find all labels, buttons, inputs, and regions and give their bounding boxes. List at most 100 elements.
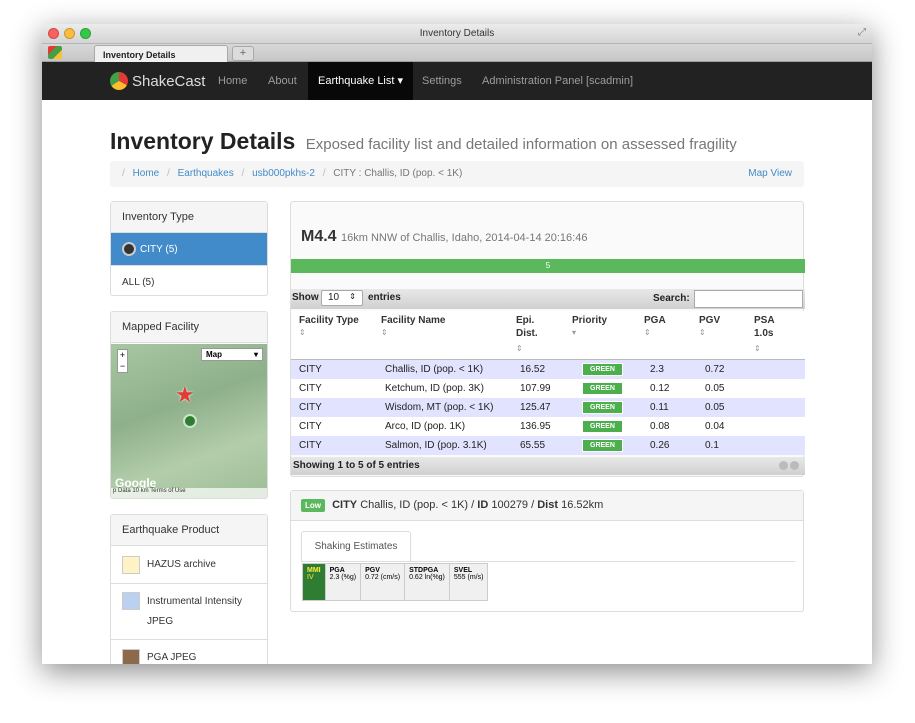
nav-earthquake-list[interactable]: Earthquake List ▾ [308, 62, 414, 100]
product-hazus-archive[interactable]: HAZUS archive [111, 546, 267, 584]
image-icon [122, 648, 140, 664]
facility-detail-heading: Low CITY Challis, ID (pop. < 1K) / ID 10… [291, 491, 803, 521]
browser-tab[interactable]: Inventory Details [94, 45, 228, 62]
col-facility-name[interactable]: Facility Name ⇕ [373, 311, 508, 360]
sort-icon: ⇕ [516, 344, 523, 353]
damage-level-badge: Low [301, 499, 325, 512]
breadcrumb-earthquakes[interactable]: Earthquakes [178, 168, 234, 179]
nav-home[interactable]: Home [208, 62, 257, 100]
tab-shaking-estimates[interactable]: Shaking Estimates [301, 531, 411, 561]
table-row[interactable]: CITY Challis, ID (pop. < 1K) 16.52 GREEN… [291, 359, 805, 379]
shake-value: 0.62 ln(%g) [409, 574, 445, 581]
cell-priority: GREEN [564, 416, 636, 436]
city-marker-icon [122, 242, 136, 256]
epicenter-star-icon[interactable]: ★ [175, 382, 195, 408]
priority-badge: GREEN [582, 438, 623, 452]
nav-admin-panel[interactable]: Administration Panel [scadmin] [472, 62, 643, 100]
page-title-text: Inventory Details [110, 128, 296, 154]
table-row[interactable]: CITY Ketchum, ID (pop. 3K) 107.99 GREEN … [291, 378, 805, 398]
table-row[interactable]: CITY Arco, ID (pop. 1K) 136.95 GREEN 0.0… [291, 416, 805, 436]
product-label: HAZUS archive [147, 558, 216, 570]
inventory-item-city[interactable]: CITY (5) [111, 233, 267, 266]
shake-cell-svel: SVEL 555 (m/s) [449, 564, 488, 600]
table-info: Showing 1 to 5 of 5 entries [293, 460, 420, 471]
cell-psa [746, 378, 805, 398]
search-input[interactable] [694, 290, 803, 308]
cell-psa [746, 397, 805, 417]
map-type-select[interactable]: Map ▾ [201, 348, 263, 361]
col-psa[interactable]: PSA 1.0s ⇕ [746, 311, 805, 360]
inventory-type-panel: Inventory Type CITY (5) ALL (5) [110, 201, 268, 296]
header-label: Priority [572, 315, 608, 326]
cell-pga: 0.12 [636, 378, 691, 398]
shake-cell-mmi: MMI IV [303, 564, 326, 600]
detail-id-label: ID [477, 499, 489, 511]
cell-facility-name: Ketchum, ID (pop. 3K) [373, 378, 508, 398]
map-view-link[interactable]: Map View [748, 168, 792, 179]
next-page-button[interactable] [790, 461, 799, 470]
breadcrumb-home[interactable]: Home [133, 168, 160, 179]
product-instrumental-intensity[interactable]: Instrumental Intensity JPEG [111, 584, 267, 640]
shake-label: SVEL [453, 567, 473, 574]
inventory-item-all[interactable]: ALL (5) [111, 266, 267, 299]
image-icon [122, 592, 140, 610]
cell-pgv: 0.05 [691, 397, 746, 417]
prev-page-button[interactable] [779, 461, 788, 470]
col-epi-dist[interactable]: Epi. Dist. ⇕ [508, 311, 564, 360]
table-controls: Show 10 ⇕ entries Search: [291, 289, 805, 309]
cell-epi-dist: 125.47 [508, 397, 564, 417]
earthquake-product-panel: Earthquake Product HAZUS archive Instrum… [110, 514, 268, 664]
col-pgv[interactable]: PGV ⇕ [691, 311, 746, 360]
col-priority[interactable]: Priority ▾ [564, 311, 636, 360]
shakecast-app-icon [48, 46, 62, 59]
brand[interactable]: ShakeCast [110, 72, 205, 90]
col-facility-type[interactable]: Facility Type ⇕ [291, 311, 373, 360]
table-header-row: Facility Type ⇕ Facility Name ⇕ Epi. Dist.… [291, 311, 805, 360]
cell-epi-dist: 65.55 [508, 435, 564, 455]
cell-pga: 0.26 [636, 435, 691, 455]
col-pga[interactable]: PGA ⇕ [636, 311, 691, 360]
cell-pgv: 0.04 [691, 416, 746, 436]
shake-value: 555 (m/s) [453, 574, 484, 581]
table-footer: Showing 1 to 5 of 5 entries [291, 457, 805, 475]
cell-pga: 0.08 [636, 416, 691, 436]
nav-settings[interactable]: Settings [412, 62, 472, 100]
breadcrumb-current: CITY : Challis, ID (pop. < 1K) [333, 168, 463, 179]
header-label: Facility Type [299, 315, 359, 326]
tab-bar: Inventory Details + [42, 44, 872, 62]
cell-facility-name: Challis, ID (pop. < 1K) [373, 359, 508, 379]
cell-psa [746, 416, 805, 436]
shake-label: STDPGA [409, 567, 439, 574]
cell-psa [746, 435, 805, 455]
facility-marker-icon[interactable] [183, 414, 197, 428]
zoom-in-button[interactable]: + [118, 350, 127, 361]
page-title: Inventory Details Exposed facility list … [110, 128, 737, 155]
cell-pgv: 0.72 [691, 359, 746, 379]
breadcrumb: / Home / Earthquakes / usb000pkhs-2 / CI… [110, 161, 804, 187]
map-attribution[interactable]: p Data 10 km Terms of Use [111, 488, 267, 498]
window-title: Inventory Details [419, 28, 495, 39]
entries-label: entries [368, 292, 401, 303]
table-row[interactable]: CITY Wisdom, MT (pop. < 1K) 125.47 GREEN… [291, 397, 805, 417]
table-row[interactable]: CITY Salmon, ID (pop. 3.1K) 65.55 GREEN … [291, 435, 805, 455]
title-bar: Inventory Details ⤢ [42, 24, 872, 44]
new-tab-button[interactable]: + [232, 46, 254, 61]
zoom-out-button[interactable]: − [118, 361, 127, 372]
entries-select[interactable]: 10 ⇕ [321, 290, 363, 306]
shake-label: PGV [365, 567, 380, 574]
header-label: PGV [699, 315, 721, 326]
nav-about[interactable]: About [258, 62, 307, 100]
breadcrumb-event[interactable]: usb000pkhs-2 [252, 168, 315, 179]
cell-epi-dist: 136.95 [508, 416, 564, 436]
fullscreen-icon[interactable]: ⤢ [858, 27, 866, 38]
map-zoom-control[interactable]: + − [117, 349, 128, 373]
product-pga-jpeg[interactable]: PGA JPEG [111, 640, 267, 664]
facility-map[interactable]: + − Map ▾ ★ Google p Data 10 km Terms of … [111, 344, 267, 498]
shakecast-logo-icon [110, 72, 128, 90]
cell-pgv: 0.1 [691, 435, 746, 455]
sort-icon: ⇕ [754, 344, 761, 353]
cell-pga: 0.11 [636, 397, 691, 417]
breadcrumb-separator: / [122, 168, 125, 179]
shake-cell-pgv: PGV 0.72 (cm/s) [361, 564, 406, 600]
shake-value: 0.72 (cm/s) [365, 574, 401, 581]
